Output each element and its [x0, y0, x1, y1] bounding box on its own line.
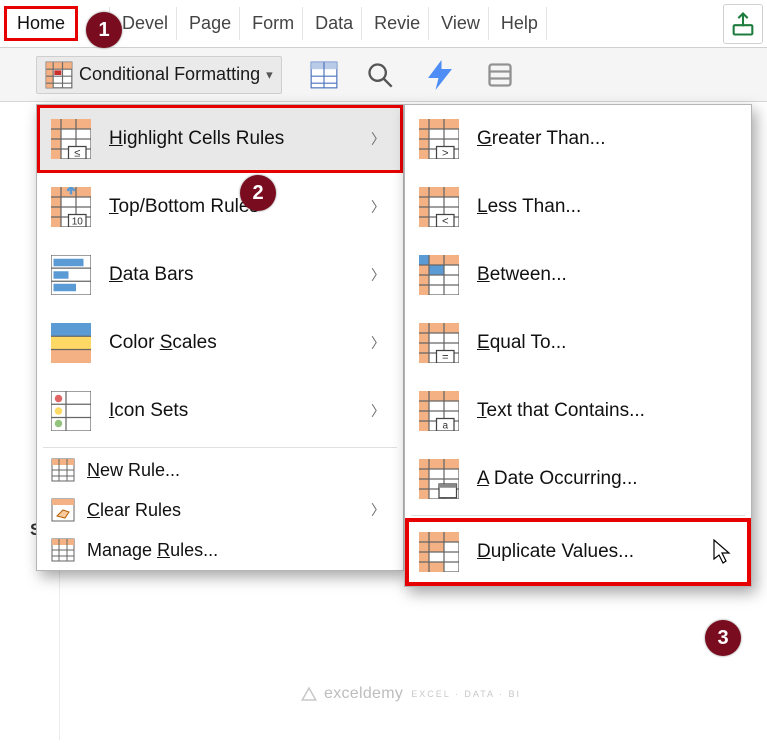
submenu-equal-to-label: Equal To... — [477, 332, 733, 354]
dropdown-caret-icon: ▾ — [266, 67, 273, 83]
menu-highlight-cells-rules[interactable]: ≤ Highlight Cells Rules 〉 — [37, 105, 403, 173]
between-icon — [419, 255, 459, 295]
submenu-equal-to[interactable]: = Equal To... — [405, 309, 751, 377]
new-rule-icon — [51, 458, 75, 482]
callout-2: 2 — [240, 175, 276, 211]
chevron-right-icon: 〉 — [371, 333, 385, 353]
tab-form-label: Form — [252, 13, 294, 33]
submenu-text-contains[interactable]: a Text that Contains... — [405, 377, 751, 445]
tab-view[interactable]: View — [433, 7, 489, 40]
submenu-date-occurring[interactable]: A Date Occurring... — [405, 445, 751, 513]
tab-review-label: Revie — [374, 13, 420, 33]
tab-data-label: Data — [315, 13, 353, 33]
callout-3: 3 — [705, 620, 741, 656]
menu-highlight-cells-label: Highlight Cells Rules — [109, 128, 353, 150]
automate-lightning-icon[interactable] — [422, 57, 458, 93]
highlight-cells-icon: ≤ — [51, 119, 91, 159]
menu-clear-rules-label: Clear Rules — [87, 500, 359, 521]
submenu-duplicate-values-label: Duplicate Values... — [477, 541, 733, 563]
format-as-table-icon[interactable] — [310, 61, 338, 89]
chevron-right-icon: 〉 — [371, 129, 385, 149]
clear-rules-icon — [51, 498, 75, 522]
submenu-greater-than[interactable]: > Greater Than... — [405, 105, 751, 173]
svg-text:>: > — [442, 148, 449, 160]
tab-help-label: Help — [501, 13, 538, 33]
tab-page-layout[interactable]: Page — [181, 7, 240, 40]
watermark: exceldemy EXCEL · DATA · BI — [300, 685, 521, 703]
top-bottom-icon: 10 — [51, 187, 91, 227]
menu-manage-rules-label: Manage Rules... — [87, 540, 385, 561]
menu-manage-rules[interactable]: Manage Rules... — [37, 530, 403, 570]
manage-rules-icon — [51, 538, 75, 562]
conditional-formatting-label: Conditional Formatting — [79, 64, 260, 85]
svg-text:<: < — [442, 216, 449, 228]
ribbon: Conditional Formatting ▾ — [0, 48, 767, 102]
submenu-between-label: Between... — [477, 264, 733, 286]
menu-color-scales[interactable]: Color Scales 〉 — [37, 309, 403, 377]
submenu-duplicate-values[interactable]: Duplicate Values... — [405, 518, 751, 586]
chevron-right-icon: 〉 — [371, 500, 385, 520]
text-contains-icon: a — [419, 391, 459, 431]
color-scales-icon — [51, 323, 91, 363]
tab-view-label: View — [441, 13, 480, 33]
submenu-text-contains-label: Text that Contains... — [477, 400, 733, 422]
menu-top-bottom-rules[interactable]: 10 Top/Bottom Rules 〉 — [37, 173, 403, 241]
callout-3-label: 3 — [717, 627, 728, 650]
watermark-tag: EXCEL · DATA · BI — [411, 689, 521, 699]
menu-data-bars-label: Data Bars — [109, 264, 353, 286]
submenu-less-than-label: Less Than... — [477, 196, 733, 218]
data-bars-icon — [51, 255, 91, 295]
menu-separator — [411, 515, 745, 516]
menu-color-scales-label: Color Scales — [109, 332, 353, 354]
menu-clear-rules[interactable]: Clear Rules 〉 — [37, 490, 403, 530]
conditional-formatting-button[interactable]: Conditional Formatting ▾ — [36, 56, 282, 94]
find-icon[interactable] — [366, 61, 394, 89]
share-button[interactable] — [723, 4, 763, 44]
tab-devel-label: Devel — [122, 13, 168, 33]
duplicate-values-icon — [419, 532, 459, 572]
addins-icon[interactable] — [486, 61, 514, 89]
date-occurring-icon — [419, 459, 459, 499]
submenu-date-occurring-label: A Date Occurring... — [477, 468, 733, 490]
callout-2-label: 2 — [252, 182, 263, 205]
menu-new-rule-label: New Rule... — [87, 460, 385, 481]
menu-data-bars[interactable]: Data Bars 〉 — [37, 241, 403, 309]
menu-icon-sets-label: Icon Sets — [109, 400, 353, 422]
tab-formulas[interactable]: Form — [244, 7, 303, 40]
tab-review[interactable]: Revie — [366, 7, 429, 40]
tab-help[interactable]: Help — [493, 7, 547, 40]
chevron-right-icon: 〉 — [371, 401, 385, 421]
menu-top-bottom-label: Top/Bottom Rules — [109, 196, 353, 218]
tab-data[interactable]: Data — [307, 7, 362, 40]
conditional-formatting-menu: ≤ Highlight Cells Rules 〉 10 Top/Bottom … — [36, 104, 404, 571]
less-than-icon: < — [419, 187, 459, 227]
equal-to-icon: = — [419, 323, 459, 363]
callout-1: 1 — [86, 12, 122, 48]
tab-home-label: Home — [17, 13, 65, 33]
icon-sets-icon — [51, 391, 91, 431]
svg-text:a: a — [442, 421, 448, 432]
callout-1-label: 1 — [98, 19, 109, 42]
highlight-cells-submenu: > Greater Than... < Less Than... Between… — [404, 104, 752, 587]
tab-page-label: Page — [189, 13, 231, 33]
submenu-greater-than-label: Greater Than... — [477, 128, 733, 150]
share-icon — [729, 10, 757, 38]
tab-developer[interactable]: Devel — [114, 7, 177, 40]
menu-icon-sets[interactable]: Icon Sets 〉 — [37, 377, 403, 445]
greater-than-icon: > — [419, 119, 459, 159]
svg-text:≤: ≤ — [74, 148, 80, 160]
tab-home[interactable]: Home — [4, 6, 78, 41]
svg-text:=: = — [442, 352, 449, 364]
chevron-right-icon: 〉 — [371, 197, 385, 217]
menu-new-rule[interactable]: New Rule... — [37, 450, 403, 490]
submenu-less-than[interactable]: < Less Than... — [405, 173, 751, 241]
watermark-brand: exceldemy — [324, 685, 403, 703]
conditional-formatting-icon — [45, 61, 73, 89]
menu-separator — [43, 447, 397, 448]
svg-text:10: 10 — [72, 217, 84, 228]
chevron-right-icon: 〉 — [371, 265, 385, 285]
submenu-between[interactable]: Between... — [405, 241, 751, 309]
watermark-logo-icon — [300, 685, 318, 703]
